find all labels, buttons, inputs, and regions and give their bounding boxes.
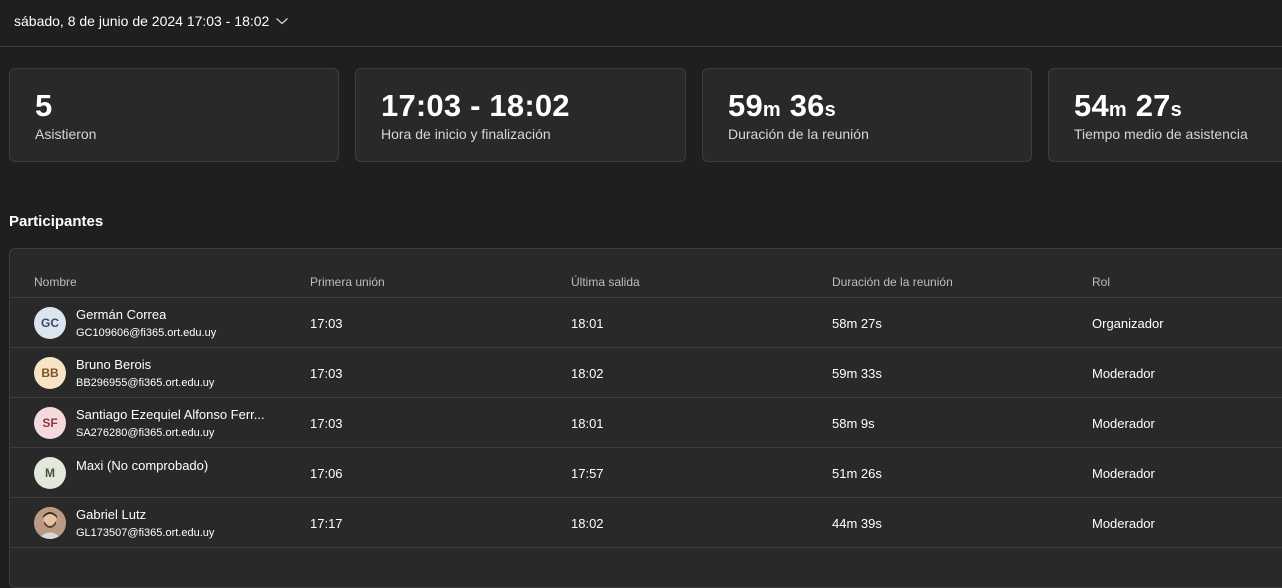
- stat-unit: s: [1170, 99, 1182, 121]
- top-bar: sábado, 8 de junio de 2024 17:03 - 18:02: [0, 0, 1282, 47]
- participant-name: Maxi (No comprobado): [76, 458, 209, 473]
- role-cell: Moderador: [1092, 516, 1155, 531]
- stat-unit: s: [824, 99, 836, 121]
- avatar: [34, 507, 66, 539]
- stat-value: 5: [35, 88, 53, 123]
- stat-value: 54m 27s: [1074, 88, 1182, 123]
- last-leave-cell: 18:02: [571, 516, 604, 531]
- column-header-duration[interactable]: Duración de la reunión: [832, 275, 953, 289]
- participant-name: Santiago Ezequiel Alfonso Ferr...: [76, 407, 265, 422]
- column-header-last-leave[interactable]: Última salida: [571, 275, 640, 289]
- last-leave-cell: 17:57: [571, 466, 604, 481]
- stat-value: 59m 36s: [728, 88, 836, 123]
- stat-label: Tiempo medio de asistencia: [1074, 126, 1248, 142]
- first-join-cell: 17:03: [310, 366, 343, 381]
- table-row[interactable]: SF Santiago Ezequiel Alfonso Ferr... SA276…: [10, 398, 1282, 448]
- role-cell: Moderador: [1092, 416, 1155, 431]
- avatar: BB: [34, 357, 66, 389]
- duration-cell: 44m 39s: [832, 516, 882, 531]
- avatar: SF: [34, 407, 66, 439]
- stat-label: Hora de inicio y finalización: [381, 126, 551, 142]
- stat-unit: m: [762, 99, 781, 121]
- participant-email: GL173507@fi365.ort.edu.uy: [76, 527, 215, 539]
- first-join-cell: 17:03: [310, 316, 343, 331]
- stat-card-start-end: 17:03 - 18:02 Hora de inicio y finalizac…: [355, 68, 686, 162]
- first-join-cell: 17:06: [310, 466, 343, 481]
- chevron-down-icon: [275, 16, 289, 26]
- participant-email: GC109606@fi365.ort.edu.uy: [76, 327, 217, 339]
- first-join-cell: 17:17: [310, 516, 343, 531]
- table-row[interactable]: BB Bruno Berois BB296955@fi365.ort.edu.uy 1…: [10, 348, 1282, 398]
- role-cell: Moderador: [1092, 366, 1155, 381]
- participant-email: SA276280@fi365.ort.edu.uy: [76, 427, 215, 439]
- column-header-role[interactable]: Rol: [1092, 275, 1110, 289]
- role-cell: Moderador: [1092, 466, 1155, 481]
- stat-card-average-attendance: 54m 27s Tiempo medio de asistencia: [1048, 68, 1282, 162]
- duration-cell: 51m 26s: [832, 466, 882, 481]
- last-leave-cell: 18:01: [571, 416, 604, 431]
- participant-name: Germán Correa: [76, 307, 167, 322]
- column-header-name[interactable]: Nombre: [34, 275, 77, 289]
- stat-label: Duración de la reunión: [728, 126, 869, 142]
- participant-name: Gabriel Lutz: [76, 507, 147, 522]
- table-header: Nombre Primera unión Última salida Durac…: [10, 249, 1282, 298]
- avatar: GC: [34, 307, 66, 339]
- last-leave-cell: 18:02: [571, 366, 604, 381]
- first-join-cell: 17:03: [310, 416, 343, 431]
- last-leave-cell: 18:01: [571, 316, 604, 331]
- stat-card-attendees: 5 Asistieron: [9, 68, 339, 162]
- date-range-dropdown[interactable]: sábado, 8 de junio de 2024 17:03 - 18:02: [14, 13, 289, 29]
- date-range-label: sábado, 8 de junio de 2024 17:03 - 18:02: [14, 13, 270, 29]
- duration-cell: 58m 9s: [832, 416, 875, 431]
- participant-email: BB296955@fi365.ort.edu.uy: [76, 377, 215, 389]
- table-row[interactable]: Gabriel Lutz GL173507@fi365.ort.edu.uy 17:…: [10, 498, 1282, 548]
- stat-label: Asistieron: [35, 126, 97, 142]
- duration-cell: 59m 33s: [832, 366, 882, 381]
- stat-value: 17:03 - 18:02: [381, 88, 570, 123]
- table-row[interactable]: M Maxi (No comprobado) 17:06 17:57 51m 26s Mo…: [10, 448, 1282, 498]
- duration-cell: 58m 27s: [832, 316, 882, 331]
- section-title: Participantes: [9, 213, 104, 230]
- role-cell: Organizador: [1092, 316, 1164, 331]
- participant-name: Bruno Berois: [76, 357, 152, 372]
- column-header-first-join[interactable]: Primera unión: [310, 275, 385, 289]
- avatar: M: [34, 457, 66, 489]
- table-row[interactable]: GC Germán Correa GC109606@fi365.ort.edu.uy…: [10, 298, 1282, 348]
- participants-table: Nombre Primera unión Última salida Durac…: [9, 248, 1282, 588]
- stat-unit: m: [1108, 99, 1127, 121]
- stat-card-meeting-duration: 59m 36s Duración de la reunión: [702, 68, 1032, 162]
